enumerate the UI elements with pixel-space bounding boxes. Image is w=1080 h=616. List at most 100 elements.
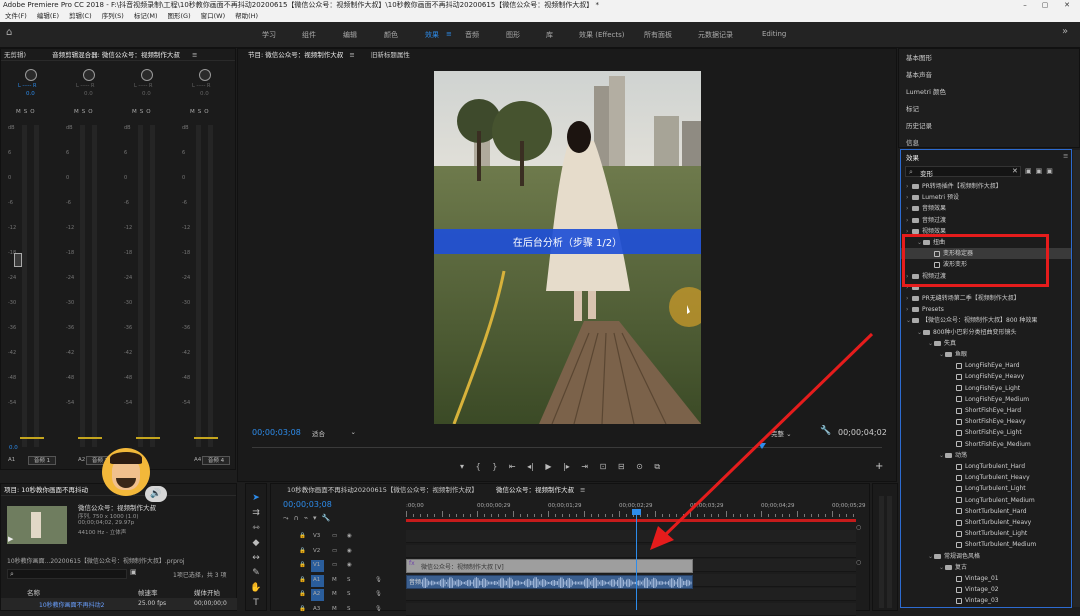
effect-item[interactable]: ShortTurbulent_Heavy: [901, 517, 1071, 528]
project-tab[interactable]: 项目: 10秒教你画面不再抖动: [4, 486, 88, 494]
lock-icon[interactable]: 🔒: [299, 562, 306, 568]
video-clip[interactable]: fx 微信公众号：视频制作大叔 [V]: [406, 559, 693, 573]
effect-item[interactable]: LongTurbulent_Heavy: [901, 472, 1071, 483]
ws-color[interactable]: 颜色: [384, 30, 398, 40]
effect-item[interactable]: LongTurbulent_Hard: [901, 461, 1071, 472]
audio-mixer-tab[interactable]: 音频剪辑混合器: 微信公众号：视频制作大叔: [52, 51, 180, 59]
effects-folder[interactable]: › PR无缝转场第二季【视频制作大叔】: [901, 293, 1071, 304]
audio-clip[interactable]: 音频: [406, 575, 693, 589]
play-icon[interactable]: ▶: [545, 462, 551, 471]
effects-folder[interactable]: › 音频过渡: [901, 215, 1071, 226]
track-header[interactable]: 🔒 V3 ▭ ◉: [299, 531, 404, 543]
menu-help[interactable]: 帮助(H): [230, 12, 263, 20]
ws-effects[interactable]: 效果: [425, 30, 439, 40]
menu-sequence[interactable]: 序列(S): [97, 12, 129, 20]
track-lane[interactable]: [406, 602, 856, 616]
pan-value[interactable]: 0.0: [84, 91, 93, 97]
project-search-input[interactable]: ⌕: [7, 569, 127, 579]
overwrite-icon[interactable]: ⊟: [618, 462, 625, 471]
ws-audio[interactable]: 音频: [465, 30, 479, 40]
effects-folder[interactable]: › 音频效果: [901, 203, 1071, 214]
razor-tool-icon[interactable]: ◆: [250, 537, 262, 549]
effect-item[interactable]: LongTurbulent_Medium: [901, 495, 1071, 506]
slip-tool-icon[interactable]: ↔: [250, 552, 262, 564]
clip-thumbnail[interactable]: [7, 506, 67, 544]
lumetri-color-tab[interactable]: Lumetri 颜色: [906, 86, 946, 96]
minimize-icon[interactable]: –: [1018, 0, 1032, 11]
hand-tool-icon[interactable]: ✋: [250, 582, 262, 594]
menu-marker[interactable]: 标记(M): [129, 12, 163, 20]
step-forward-icon[interactable]: |▸: [563, 462, 570, 471]
info-tab[interactable]: 信息: [906, 137, 919, 147]
ws-more-icon[interactable]: »: [1062, 26, 1068, 37]
ws-metadata[interactable]: 元数据记录: [698, 30, 733, 40]
marker-icon[interactable]: ▾: [460, 462, 464, 471]
lock-icon[interactable]: 🔒: [299, 591, 306, 597]
effects-tab[interactable]: 效果: [906, 152, 919, 162]
menu-graphics[interactable]: 图形(G): [163, 12, 196, 20]
essential-graphics-tab[interactable]: 基本图形: [906, 52, 932, 62]
timeline-playhead[interactable]: [636, 512, 637, 610]
col-media-start[interactable]: 媒体开始: [194, 587, 220, 597]
ws-graphics[interactable]: 图形: [506, 30, 520, 40]
effect-item[interactable]: ShortTurbulent_Light: [901, 528, 1071, 539]
sync-icon[interactable]: ▭: [332, 533, 337, 539]
pan-knob[interactable]: [141, 69, 153, 81]
markers-tab[interactable]: 标记: [906, 103, 919, 113]
ws-libraries[interactable]: 库: [546, 30, 553, 40]
pan-knob[interactable]: [83, 69, 95, 81]
solo-icon[interactable]: S: [347, 577, 351, 583]
timeline-tool-icons[interactable]: ⤳∩⌁▾🔧: [283, 514, 335, 523]
panel-menu-icon[interactable]: ≡: [192, 51, 197, 59]
track-lane[interactable]: [406, 588, 856, 601]
menu-window[interactable]: 窗口(W): [196, 12, 231, 20]
ws-learn[interactable]: 学习: [262, 30, 276, 40]
new-bin-icon[interactable]: ▣: [130, 568, 137, 576]
mute-solo-buttons[interactable]: MSO: [190, 109, 212, 115]
mic-icon[interactable]: 🎙: [375, 577, 382, 583]
project-row[interactable]: 10秒教你画面不再抖动2 25.00 fps 00;00;00;0: [1, 598, 237, 610]
effect-item[interactable]: ShortTurbulent_Hard: [901, 506, 1071, 517]
panel-menu-icon[interactable]: ≡: [349, 51, 354, 59]
program-tab[interactable]: 节目: 微信公众号：视频制作大叔: [248, 51, 343, 59]
effects-folder[interactable]: ⌄ 失真: [901, 338, 1071, 349]
mute-solo-buttons[interactable]: MSO: [132, 109, 154, 115]
effect-filter-icons[interactable]: ▣▣▣: [1025, 167, 1057, 175]
playhead-timecode[interactable]: 00;00;03;08: [252, 428, 301, 437]
mute-icon[interactable]: M: [332, 591, 337, 597]
go-to-out-icon[interactable]: ⇥: [581, 462, 588, 471]
pan-knob[interactable]: [25, 69, 37, 81]
go-to-in-icon[interactable]: ⇤: [509, 462, 516, 471]
effect-item[interactable]: LongTurbulent_Light: [901, 483, 1071, 494]
ws-all-panels[interactable]: 所有面板: [644, 30, 672, 40]
effects-folder[interactable]: › Presets: [901, 304, 1071, 315]
track-header[interactable]: 🔒 V1 ▭ ◉: [299, 560, 404, 572]
effects-folder[interactable]: ⌄ 【微信公众号：视频制作大叔】800 种效果: [901, 315, 1071, 326]
step-back-icon[interactable]: ◂|: [527, 462, 534, 471]
maximize-icon[interactable]: ▢: [1038, 0, 1052, 11]
effects-search-input[interactable]: ⌕ 变形 ✕: [905, 166, 1021, 178]
effects-folder[interactable]: › Lumetri 预设: [901, 192, 1071, 203]
track-header[interactable]: 🔒 A2 M S 🎙: [299, 589, 404, 601]
mic-icon[interactable]: 🎙: [375, 591, 382, 597]
selection-tool-icon[interactable]: ➤: [250, 492, 262, 504]
effect-item[interactable]: Vintage_01: [901, 573, 1071, 584]
menu-clip[interactable]: 剪辑(C): [64, 12, 97, 20]
ws-assembly[interactable]: 组件: [302, 30, 316, 40]
effects-scrollbar[interactable]: [1073, 150, 1080, 607]
ws-menu-icon[interactable]: ≡: [446, 30, 452, 38]
panel-menu-icon[interactable]: ≡: [1063, 152, 1068, 160]
effect-item[interactable]: LongFishEye_Light: [901, 383, 1071, 394]
menu-file[interactable]: 文件(F): [0, 12, 32, 20]
effects-folder[interactable]: ⌄ 鱼眼: [901, 349, 1071, 360]
effects-folder[interactable]: ⌄ 动荡: [901, 450, 1071, 461]
track-header[interactable]: 🔒 A1 M S 🎙: [299, 574, 404, 587]
panel-menu-icon[interactable]: ≡: [580, 486, 585, 494]
effect-item[interactable]: Vintage_02: [901, 584, 1071, 595]
clear-search-icon[interactable]: ✕: [1012, 167, 1018, 175]
out-point-icon[interactable]: }: [492, 462, 497, 471]
effect-item[interactable]: ShortFishEye_Medium: [901, 439, 1071, 450]
pen-tool-icon[interactable]: ✎: [250, 567, 262, 579]
timeline-tab-1[interactable]: 10秒教你画面不再抖动20200615【微信公众号：视频制作大叔】: [287, 486, 478, 494]
track-name[interactable]: 音频 1: [28, 456, 56, 465]
